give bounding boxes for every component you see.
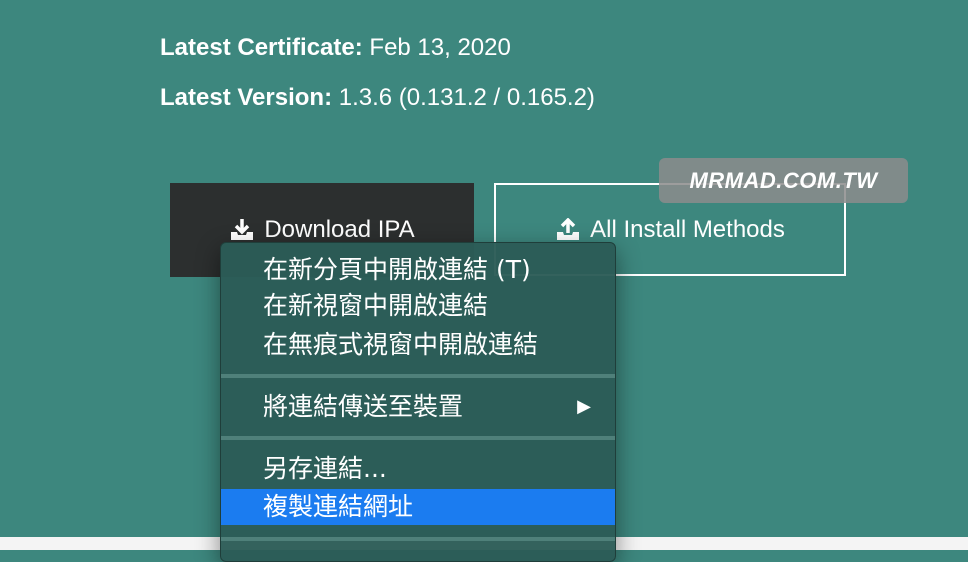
certificate-value: Feb 13, 2020 <box>369 34 511 61</box>
menu-separator <box>221 436 615 440</box>
upload-tray-icon <box>555 217 581 242</box>
download-tray-icon <box>229 218 255 242</box>
submenu-arrow-icon: ▶ <box>577 396 591 417</box>
menu-separator <box>221 374 615 378</box>
version-label: Latest Version: <box>160 84 333 111</box>
all-install-methods-label: All Install Methods <box>590 215 785 243</box>
latest-version-line: Latest Version: 1.3.6 (0.131.2 / 0.165.2… <box>160 84 595 112</box>
download-ipa-label: Download IPA <box>264 216 415 243</box>
menu-item-copy-link[interactable]: 複製連結網址 <box>221 489 615 525</box>
menu-item-send-to-device[interactable]: 將連結傳送至裝置 ▶ <box>221 389 615 425</box>
latest-certificate-line: Latest Certificate: Feb 13, 2020 <box>160 34 511 62</box>
menu-separator <box>221 537 615 541</box>
site-watermark: MRMAD.COM.TW <box>659 158 908 203</box>
version-value: 1.3.6 (0.131.2 / 0.165.2) <box>338 84 595 111</box>
menu-item-open-incognito[interactable]: 在無痕式視窗中開啟連結 <box>221 327 615 363</box>
menu-item-save-link[interactable]: 另存連結... <box>221 451 615 487</box>
context-menu: 在新分頁中開啟連結 (T) 在新視窗中開啟連結 在無痕式視窗中開啟連結 將連結傳… <box>220 242 616 562</box>
menu-item-open-new-window[interactable]: 在新視窗中開啟連結 <box>221 288 615 324</box>
menu-item-open-new-tab[interactable]: 在新分頁中開啟連結 (T) <box>221 252 615 288</box>
send-to-device-label: 將連結傳送至裝置 <box>263 392 464 421</box>
certificate-label: Latest Certificate: <box>160 34 363 61</box>
